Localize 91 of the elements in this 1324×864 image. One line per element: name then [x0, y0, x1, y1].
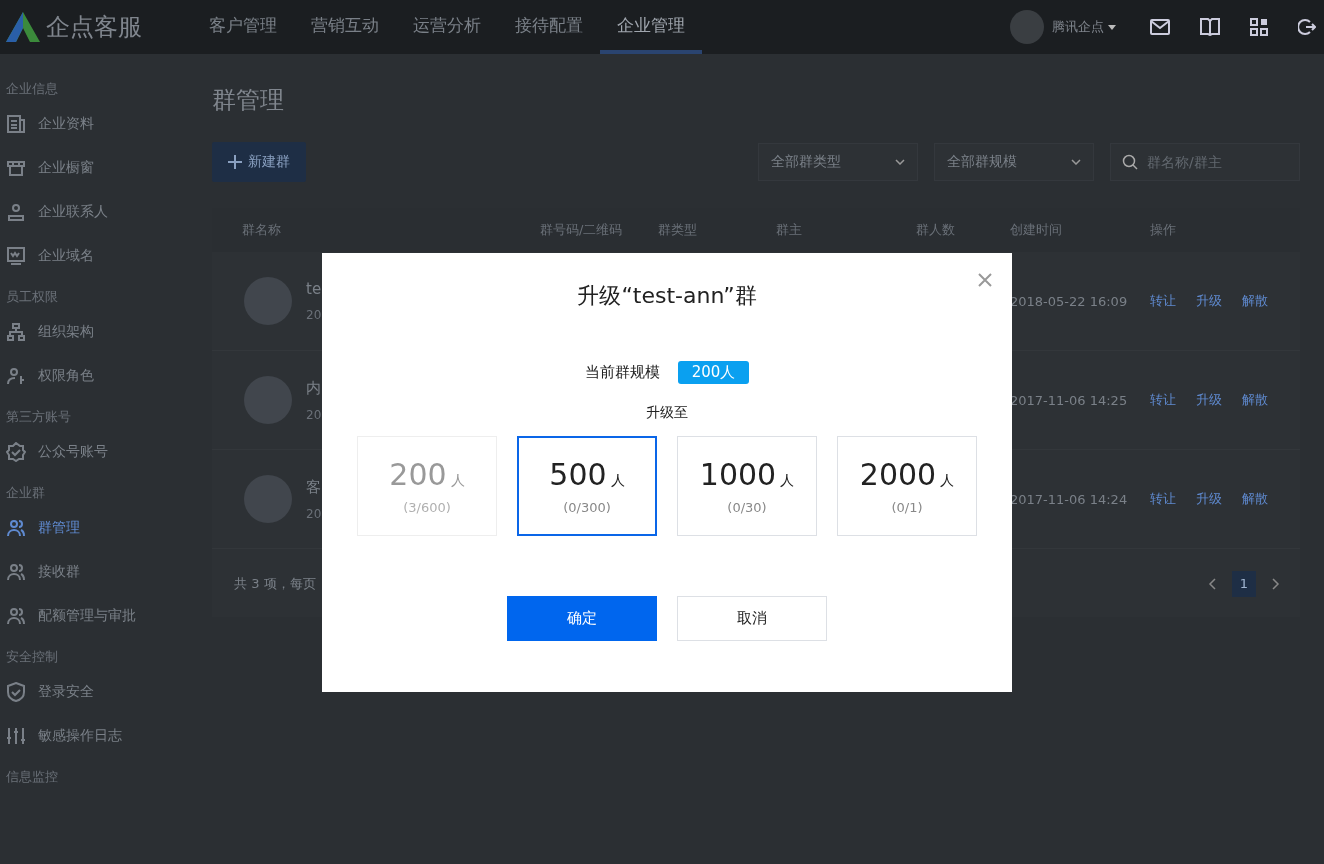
sliders-icon: [6, 726, 26, 746]
nav-tab[interactable]: 客户管理: [192, 0, 294, 54]
row-action-link[interactable]: 升级: [1196, 490, 1222, 508]
sidebar-item[interactable]: 企业资料: [0, 102, 180, 146]
column-header: 群人数: [915, 221, 956, 239]
avatar: [244, 277, 292, 325]
badge-check-icon: [6, 442, 26, 462]
sidebar-item[interactable]: 企业联系人: [0, 190, 180, 234]
row-action-link[interactable]: 解散: [1242, 490, 1268, 508]
row-action-link[interactable]: 解散: [1242, 292, 1268, 310]
page-title: 群管理: [212, 85, 285, 116]
sidebar-item[interactable]: 接收群: [0, 550, 180, 594]
column-header: 群类型: [657, 221, 698, 239]
row-action-link[interactable]: 升级: [1196, 391, 1222, 409]
filter-dropdown[interactable]: 全部群规模: [934, 143, 1094, 181]
storefront-icon: [6, 158, 26, 178]
logo-icon: [6, 12, 40, 42]
person-icon: [6, 202, 26, 222]
logo-text: 企点客服: [46, 12, 142, 43]
group-name: 内: [306, 378, 322, 398]
sidebar-item[interactable]: 企业橱窗: [0, 146, 180, 190]
people-icon: [6, 518, 26, 538]
account-menu[interactable]: 腾讯企点: [1052, 18, 1116, 36]
book-icon[interactable]: [1200, 18, 1220, 36]
document-icon: [6, 114, 26, 134]
grid-icon[interactable]: [1250, 18, 1268, 36]
mail-icon[interactable]: [1150, 19, 1170, 35]
sidebar-heading: 企业群: [5, 484, 46, 502]
user-key-icon: [6, 366, 26, 386]
group-id: 20: [306, 308, 322, 322]
column-header: 群号码/二维码: [539, 221, 624, 239]
previous-page-icon[interactable]: [1208, 578, 1216, 590]
sidebar-heading: 信息监控: [5, 768, 59, 786]
filter-dropdown[interactable]: 全部群类型: [758, 143, 918, 181]
sidebar-item[interactable]: 组织架构: [0, 310, 180, 354]
caret-icon: [1108, 24, 1116, 30]
column-header: 群主: [775, 221, 803, 239]
group-name: 客: [306, 477, 322, 497]
close-icon[interactable]: [978, 273, 992, 287]
row-action-link[interactable]: 转让: [1150, 490, 1176, 508]
page-number[interactable]: 1: [1232, 571, 1256, 597]
confirm-button[interactable]: 确定: [507, 596, 657, 641]
sidebar-item[interactable]: 企业域名: [0, 234, 180, 278]
avatar: [244, 376, 292, 424]
sidebar-item[interactable]: 登录安全: [0, 670, 180, 714]
row-action-link[interactable]: 转让: [1150, 391, 1176, 409]
nav-tab[interactable]: 运营分析: [396, 0, 498, 54]
sidebar-item[interactable]: 配额管理与审批: [0, 594, 180, 638]
chevron-down-icon: [895, 159, 905, 165]
shield-check-icon: [6, 682, 26, 702]
current-size-badge: 200人: [677, 361, 750, 384]
sidebar-heading: 安全控制: [5, 648, 59, 666]
chevron-down-icon: [1071, 159, 1081, 165]
next-page-icon[interactable]: [1272, 578, 1280, 590]
nav-tab[interactable]: 营销互动: [294, 0, 396, 54]
plus-icon: [228, 155, 242, 169]
column-header: 群名称: [241, 221, 282, 239]
row-action-link[interactable]: 转让: [1150, 292, 1176, 310]
size-option[interactable]: 2000 人 (0/1): [837, 436, 977, 536]
current-size-label: 当前群规模: [584, 363, 660, 382]
created-time: 2017-11-06 14:24: [1010, 491, 1128, 507]
sidebar-item[interactable]: 敏感操作日志: [0, 714, 180, 758]
column-header: 操作: [1149, 221, 1177, 239]
sidebar-item[interactable]: 权限角色: [0, 354, 180, 398]
row-action-link[interactable]: 升级: [1196, 292, 1222, 310]
sidebar-item[interactable]: 公众号账号: [0, 430, 180, 474]
size-option[interactable]: 1000 人 (0/30): [677, 436, 817, 536]
sidebar-heading: 企业信息: [5, 80, 59, 98]
created-time: 2017-11-06 14:25: [1010, 392, 1128, 408]
avatar: [244, 475, 292, 523]
row-action-link[interactable]: 解散: [1242, 391, 1268, 409]
people-icon: [6, 606, 26, 626]
nav-tab[interactable]: 接待配置: [498, 0, 600, 54]
dialog-title: 升级“test-ann”群: [577, 282, 757, 310]
org-chart-icon: [6, 322, 26, 342]
cancel-button[interactable]: 取消: [677, 596, 827, 641]
group-id: 20: [306, 506, 322, 521]
size-option[interactable]: 500 人 (0/300): [517, 436, 657, 536]
nav-tab[interactable]: 企业管理: [600, 0, 702, 54]
sidebar-heading: 员工权限: [5, 288, 59, 306]
sidebar-item[interactable]: 群管理: [0, 506, 180, 550]
group-id: 20: [306, 407, 322, 422]
monitor-icon: [6, 246, 26, 266]
people-icon: [6, 562, 26, 582]
upgrade-to-label: 升级至: [646, 404, 688, 422]
group-name: te: [306, 280, 322, 298]
created-time: 2018-05-22 16:09: [1010, 293, 1128, 309]
pagination-summary: 共 3 项，每页: [234, 575, 316, 593]
new-group-button[interactable]: 新建群: [212, 142, 306, 182]
column-header: 创建时间: [1009, 221, 1063, 239]
logout-icon[interactable]: [1298, 18, 1316, 36]
